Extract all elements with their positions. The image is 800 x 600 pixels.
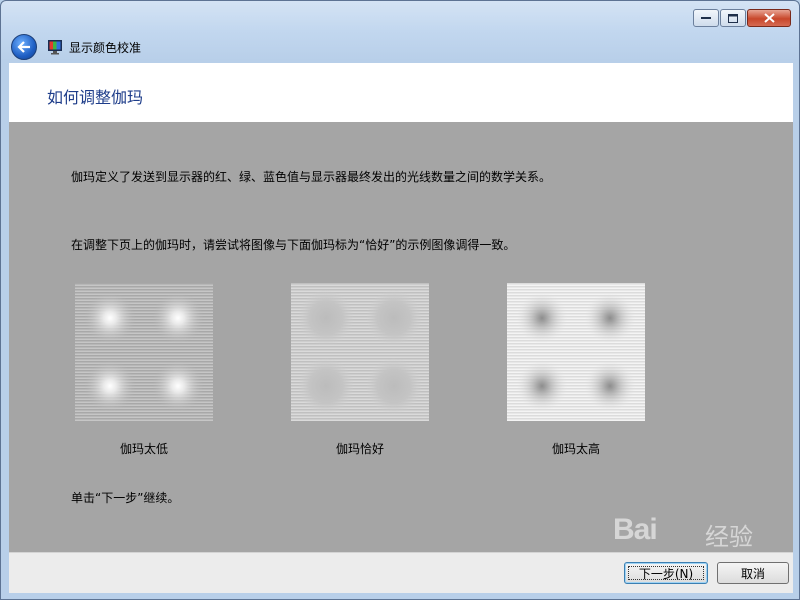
close-icon xyxy=(763,13,775,23)
dialog-window: 显示颜色校准 如何调整伽玛 伽玛定义了发送到显示器的红、绿、蓝色值与显示器最终发… xyxy=(0,0,800,600)
gamma-definition-text: 伽玛定义了发送到显示器的红、绿、蓝色值与显示器最终发出的光线数量之间的数学关系。 xyxy=(71,170,552,184)
sample-gamma-high xyxy=(507,283,645,421)
page-header: 如何调整伽玛 xyxy=(9,63,793,122)
gamma-instruction-text: 在调整下页上的伽玛时，请尝试将图像与下面伽玛标为“恰好”的示例图像调得一致。 xyxy=(71,238,516,252)
sample-caption-high: 伽玛太高 xyxy=(551,442,600,456)
continue-instruction-text: 单击“下一步”继续。 xyxy=(71,491,180,505)
minimize-button[interactable] xyxy=(693,9,719,27)
back-arrow-icon xyxy=(17,41,30,53)
maximize-button[interactable] xyxy=(720,9,746,27)
content-area: 伽玛定义了发送到显示器的红、绿、蓝色值与显示器最终发出的光线数量之间的数学关系。… xyxy=(9,122,793,552)
monitor-icon xyxy=(48,40,62,55)
gamma-high-image xyxy=(507,283,645,421)
gamma-low-image xyxy=(75,283,213,421)
window-title: 显示颜色校准 xyxy=(69,41,142,55)
watermark-logo-text: Bai xyxy=(613,513,658,546)
gamma-good-image xyxy=(291,283,429,421)
next-button[interactable]: 下一步(N) xyxy=(624,562,708,584)
navigation-bar: 显示颜色校准 xyxy=(1,33,799,61)
maximize-icon xyxy=(728,13,738,23)
sample-caption-good: 伽玛恰好 xyxy=(335,442,384,456)
cancel-button[interactable]: 取消 xyxy=(717,562,789,584)
minimize-icon xyxy=(701,17,711,19)
watermark-sub-text: 经验 xyxy=(705,523,753,551)
button-bar: 下一步(N) 取消 xyxy=(9,552,793,593)
sample-caption-low: 伽玛太低 xyxy=(119,442,168,456)
window-controls xyxy=(692,9,791,27)
sample-gamma-good xyxy=(291,283,429,421)
page-title: 如何调整伽玛 xyxy=(47,88,144,107)
back-button[interactable] xyxy=(11,34,37,60)
close-button[interactable] xyxy=(747,9,791,27)
sample-gamma-low xyxy=(75,283,213,421)
